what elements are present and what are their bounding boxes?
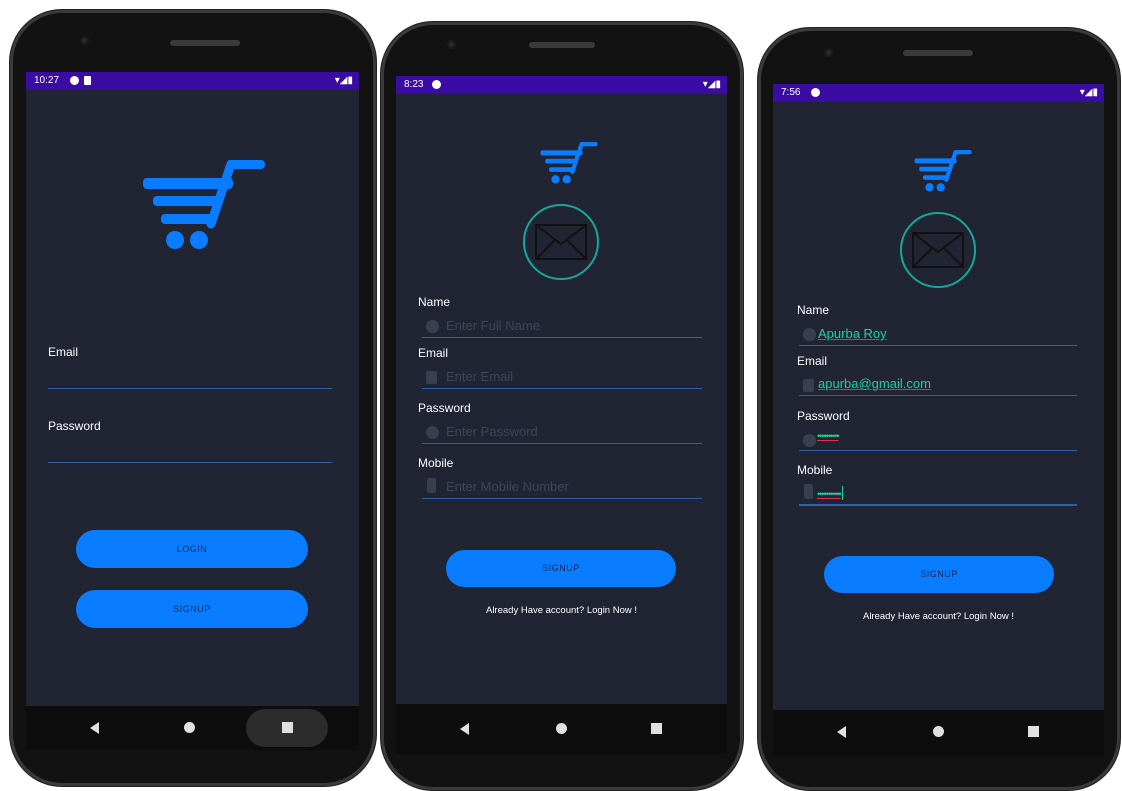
name-underline <box>422 337 702 338</box>
login-button[interactable]: LOGIN <box>76 530 308 568</box>
email-underline <box>799 395 1077 396</box>
mobile-underline <box>422 498 702 499</box>
email-underline <box>422 388 702 389</box>
mail-avatar-ring <box>523 204 599 280</box>
password-label: Password <box>48 419 101 433</box>
login-now-link[interactable]: Already Have account? Login Now ! <box>396 605 727 616</box>
signup-button[interactable]: SIGNUP <box>76 590 308 628</box>
password-label: Password <box>797 409 850 423</box>
mobile-label: Mobile <box>797 463 833 477</box>
home-icon[interactable] <box>933 726 944 737</box>
back-icon[interactable] <box>460 723 469 735</box>
shopping-cart-icon <box>143 160 265 249</box>
person-icon <box>426 320 439 333</box>
name-input[interactable]: Apurba Roy <box>818 326 887 341</box>
signup-button[interactable]: SIGNUP <box>446 550 676 587</box>
signup-screen-filled: 7:56 ▾◢▮ Name Apurba Roy Email apurba@gm… <box>773 84 1104 710</box>
earpiece-speaker <box>170 40 240 46</box>
password-underline <box>48 462 332 463</box>
email-underline <box>48 388 332 389</box>
status-time: 7:56 <box>781 87 801 98</box>
password-underline <box>422 443 702 444</box>
name-label: Name <box>418 295 451 309</box>
lock-icon <box>426 426 439 439</box>
recent-apps-icon[interactable] <box>651 723 662 734</box>
home-icon[interactable] <box>556 723 567 734</box>
phone-login: 10:27 ▾◢▮ Email Password LOGIN SIGNUP <box>10 10 376 786</box>
signup-screen-empty: 8:23 ▾◢▮ Name Enter Full Name Email Ente… <box>396 76 727 704</box>
wifi-signal-battery-icon: ▾◢▮ <box>1079 87 1098 98</box>
email-input[interactable]: Enter Email <box>446 369 513 384</box>
mobile-input-wrap[interactable]: ••••••••••• <box>817 484 843 502</box>
login-now-link[interactable]: Already Have account? Login Now ! <box>773 611 1104 622</box>
notification-icon <box>811 88 820 97</box>
wifi-signal-battery-icon: ▾◢▮ <box>334 75 353 86</box>
mobile-label: Mobile <box>418 456 454 470</box>
email-input[interactable]: apurba@gmail.com <box>818 376 931 391</box>
password-input[interactable]: •••••••••• <box>817 431 839 441</box>
status-time: 10:27 <box>34 75 60 86</box>
front-camera <box>824 48 833 57</box>
mobile-input[interactable]: ••••••••••• <box>817 489 842 499</box>
notification-icon <box>70 76 79 85</box>
earpiece-speaker <box>529 42 595 48</box>
email-label: Email <box>797 354 828 368</box>
password-input[interactable]: Enter Password <box>446 424 538 439</box>
front-camera <box>447 40 456 49</box>
signup-button[interactable]: SIGNUP <box>824 556 1054 593</box>
mail-avatar-ring <box>900 212 976 288</box>
password-label: Password <box>418 401 471 415</box>
shopping-cart-icon <box>914 150 972 192</box>
nav-bar <box>396 704 727 754</box>
back-icon[interactable] <box>837 726 846 738</box>
email-label: Email <box>418 346 449 360</box>
envelope-icon <box>912 232 964 268</box>
shopping-cart-icon <box>540 142 598 184</box>
wifi-signal-battery-icon: ▾◢▮ <box>702 79 721 90</box>
phone-signup-filled: 7:56 ▾◢▮ Name Apurba Roy Email apurba@gm… <box>758 28 1120 790</box>
nav-bar <box>26 706 359 750</box>
email-input[interactable] <box>48 362 332 388</box>
name-input[interactable]: Enter Full Name <box>446 318 540 333</box>
mobile-underline <box>799 504 1077 506</box>
status-bar: 8:23 ▾◢▮ <box>396 76 727 94</box>
phone-icon <box>427 478 436 493</box>
mobile-input[interactable]: Enter Mobile Number <box>446 479 569 494</box>
text-cursor <box>841 485 843 500</box>
back-icon[interactable] <box>90 722 99 734</box>
status-bar: 10:27 ▾◢▮ <box>26 72 359 90</box>
front-camera <box>80 36 89 45</box>
home-icon[interactable] <box>184 722 195 733</box>
status-time: 8:23 <box>404 79 424 90</box>
mail-icon <box>803 379 814 392</box>
sim-icon <box>84 76 91 85</box>
phone-icon <box>804 484 813 499</box>
earpiece-speaker <box>903 50 973 56</box>
mail-icon <box>426 371 437 384</box>
envelope-icon <box>535 224 587 260</box>
recent-apps-icon[interactable] <box>1028 726 1039 737</box>
email-label: Email <box>48 345 79 359</box>
recent-apps-icon[interactable] <box>282 722 293 733</box>
password-input[interactable] <box>48 436 332 462</box>
password-underline <box>799 450 1077 451</box>
notification-icon <box>432 80 441 89</box>
name-underline <box>799 345 1077 346</box>
login-screen: 10:27 ▾◢▮ Email Password LOGIN SIGNUP <box>26 72 359 706</box>
name-label: Name <box>797 303 830 317</box>
status-bar: 7:56 ▾◢▮ <box>773 84 1104 102</box>
phone-signup-empty: 8:23 ▾◢▮ Name Enter Full Name Email Ente… <box>381 22 743 790</box>
nav-bar <box>773 710 1104 756</box>
person-icon <box>803 328 816 341</box>
lock-icon <box>803 434 816 447</box>
